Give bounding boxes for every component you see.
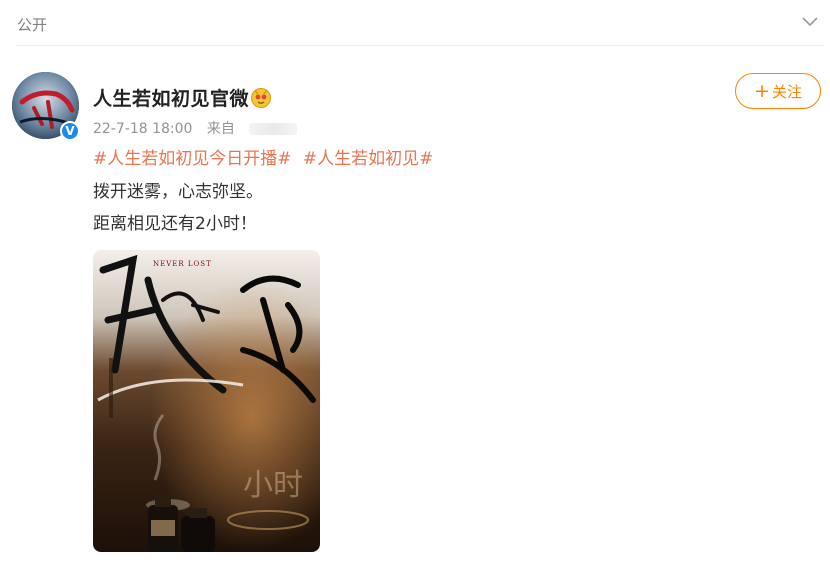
poster-countdown-text: 小时 [243, 468, 303, 503]
poster-subtitle: NEVER LOST [153, 260, 212, 268]
post-timestamp[interactable]: 22-7-18 18:00 [93, 121, 192, 137]
post-text-line: 距离相见还有2小时！ [93, 214, 257, 234]
follow-label: 关注 [771, 82, 802, 101]
plus-icon: + [754, 79, 770, 102]
hashtag-row: #人生若如初见今日开播# #人生若如初见# [93, 144, 439, 169]
visibility-label[interactable]: 公开 [17, 14, 47, 35]
post-header-bar: 公开 [0, 0, 830, 46]
verified-badge-icon: V [60, 121, 80, 141]
hashtag-link[interactable]: #人生若如初见今日开播# [93, 149, 292, 169]
post-meta: 22-7-18 18:00 来自 [93, 118, 307, 138]
author-name[interactable]: 人生若如初见官微 [93, 84, 249, 111]
emoji-badge-icon [251, 88, 271, 108]
post-source-app[interactable] [249, 123, 298, 135]
post-source-label: 来自 [206, 121, 235, 137]
follow-button[interactable]: + 关注 [735, 73, 821, 109]
post-text-line: 拨开迷雾，心志弥坚。 [93, 182, 263, 202]
header-divider [16, 45, 824, 46]
post-image-poster[interactable]: NEVER LOST 小时 [93, 250, 320, 552]
chevron-down-icon[interactable] [801, 13, 819, 31]
hashtag-link[interactable]: #人生若如初见# [303, 149, 434, 169]
